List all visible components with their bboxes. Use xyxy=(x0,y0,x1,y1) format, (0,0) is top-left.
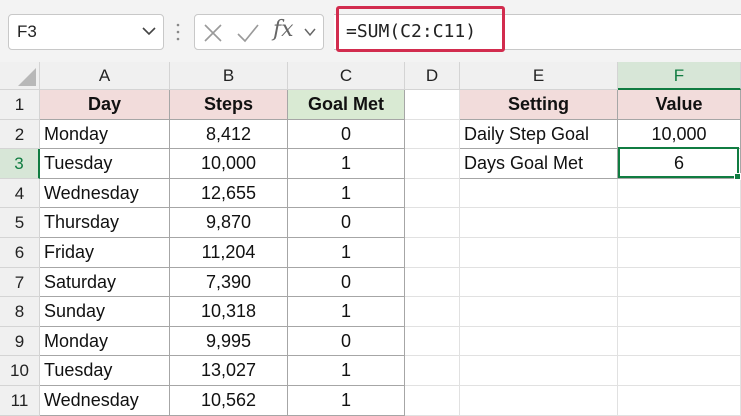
table-cell[interactable]: Days Goal Met xyxy=(460,149,618,179)
select-all-button[interactable] xyxy=(0,62,40,90)
row-header-11[interactable]: 11 xyxy=(0,386,40,416)
empty-cell[interactable] xyxy=(405,238,460,268)
table-cell[interactable]: 0 xyxy=(288,119,405,150)
table-cell[interactable]: 10,318 xyxy=(170,297,288,327)
column-header-b[interactable]: B xyxy=(170,62,288,90)
table-header-cell[interactable]: Steps xyxy=(170,90,288,120)
row-header-1[interactable]: 1 xyxy=(0,90,40,120)
table-cell[interactable]: 1 xyxy=(288,238,405,268)
table-header-cell[interactable]: Goal Met xyxy=(288,90,405,120)
insert-function-button[interactable]: fx xyxy=(273,17,294,42)
table-cell[interactable]: 12,655 xyxy=(170,178,288,209)
chevron-down-icon[interactable] xyxy=(303,24,317,40)
table-cell[interactable]: 7,390 xyxy=(170,267,288,298)
empty-cell[interactable] xyxy=(460,326,618,357)
table-cell[interactable]: Monday xyxy=(40,326,170,357)
table-cell[interactable]: 0 xyxy=(288,326,405,357)
empty-cell[interactable] xyxy=(460,178,618,209)
table-cell[interactable]: 8,412 xyxy=(170,119,288,150)
empty-cell[interactable] xyxy=(618,267,741,298)
drag-handle-icon[interactable] xyxy=(176,22,180,42)
table-cell[interactable]: 11,204 xyxy=(170,238,288,268)
table-cell[interactable]: Monday xyxy=(40,119,170,150)
table-header-cell[interactable]: Setting xyxy=(460,90,618,120)
table-header-cell[interactable]: Value xyxy=(618,90,741,120)
column-header-f[interactable]: F xyxy=(618,62,741,90)
column-header-c[interactable]: C xyxy=(288,62,405,90)
table-cell[interactable]: 9,995 xyxy=(170,326,288,357)
empty-cell[interactable] xyxy=(405,149,460,179)
fill-handle[interactable] xyxy=(734,173,741,180)
select-all-icon xyxy=(18,68,36,86)
empty-cell[interactable] xyxy=(460,238,618,268)
row-header-4[interactable]: 4 xyxy=(0,178,40,209)
row-header-9[interactable]: 9 xyxy=(0,326,40,357)
table-cell[interactable]: 0 xyxy=(288,208,405,238)
table-cell[interactable]: Wednesday xyxy=(40,178,170,209)
empty-cell[interactable] xyxy=(460,267,618,298)
empty-cell[interactable] xyxy=(405,356,460,386)
table-cell[interactable]: Wednesday xyxy=(40,386,170,416)
row-header-3[interactable]: 3 xyxy=(0,149,40,179)
table-header-cell[interactable]: Day xyxy=(40,90,170,120)
formula-bar: F3 fx =SUM(C2:C11) xyxy=(0,0,741,62)
empty-cell[interactable] xyxy=(405,386,460,416)
selected-cell-outline xyxy=(618,147,739,178)
empty-cell[interactable] xyxy=(618,386,741,416)
empty-cell[interactable] xyxy=(618,356,741,386)
table-cell[interactable]: 13,027 xyxy=(170,356,288,386)
empty-cell[interactable] xyxy=(460,356,618,386)
table-cell[interactable]: 10,000 xyxy=(170,149,288,179)
empty-cell[interactable] xyxy=(405,267,460,298)
empty-cell[interactable] xyxy=(405,178,460,209)
table-cell[interactable]: 9,870 xyxy=(170,208,288,238)
table-cell[interactable]: Tuesday xyxy=(40,149,170,179)
column-header-a[interactable]: A xyxy=(40,62,170,90)
row-header-8[interactable]: 8 xyxy=(0,297,40,327)
spreadsheet-grid: A B C D E F 1 2 3 4 5 6 7 8 9 10 11 Day Steps Goal Met Monda… xyxy=(0,62,741,416)
empty-cell[interactable] xyxy=(618,178,741,209)
row-header-5[interactable]: 5 xyxy=(0,208,40,238)
empty-cell[interactable] xyxy=(460,297,618,327)
empty-cell[interactable] xyxy=(618,238,741,268)
check-icon[interactable] xyxy=(235,21,261,45)
table-cell[interactable]: 1 xyxy=(288,356,405,386)
empty-cell[interactable] xyxy=(618,326,741,357)
table-cell[interactable]: Friday xyxy=(40,238,170,268)
row-header-6[interactable]: 6 xyxy=(0,238,40,268)
empty-cell[interactable] xyxy=(405,297,460,327)
chevron-down-icon[interactable] xyxy=(141,23,157,39)
table-cell[interactable]: 1 xyxy=(288,386,405,416)
table-cell[interactable]: 10,562 xyxy=(170,386,288,416)
formula-buttons: fx xyxy=(194,14,324,50)
table-cell[interactable]: Thursday xyxy=(40,208,170,238)
table-cell[interactable]: 0 xyxy=(288,267,405,298)
table-cell[interactable]: Sunday xyxy=(40,297,170,327)
table-cell[interactable]: Daily Step Goal xyxy=(460,119,618,150)
column-header-d[interactable]: D xyxy=(405,62,460,90)
empty-cell[interactable] xyxy=(618,208,741,238)
column-header-e[interactable]: E xyxy=(460,62,618,90)
empty-cell[interactable] xyxy=(460,208,618,238)
empty-cell[interactable] xyxy=(405,90,460,120)
empty-cell[interactable] xyxy=(618,297,741,327)
empty-cell[interactable] xyxy=(405,208,460,238)
table-cell[interactable]: Saturday xyxy=(40,267,170,298)
name-box-value: F3 xyxy=(17,22,37,41)
row-header-10[interactable]: 10 xyxy=(0,356,40,386)
table-cell[interactable]: 10,000 xyxy=(618,119,741,150)
row-header-2[interactable]: 2 xyxy=(0,119,40,150)
table-cell[interactable]: Tuesday xyxy=(40,356,170,386)
table-cell[interactable]: 1 xyxy=(288,297,405,327)
empty-cell[interactable] xyxy=(405,326,460,357)
table-cell[interactable]: 1 xyxy=(288,149,405,179)
formula-highlight xyxy=(336,6,505,52)
close-icon[interactable] xyxy=(201,21,225,45)
empty-cell[interactable] xyxy=(405,119,460,150)
name-box[interactable]: F3 xyxy=(8,14,164,50)
table-cell[interactable]: 1 xyxy=(288,178,405,209)
empty-cell[interactable] xyxy=(460,386,618,416)
row-header-7[interactable]: 7 xyxy=(0,267,40,298)
